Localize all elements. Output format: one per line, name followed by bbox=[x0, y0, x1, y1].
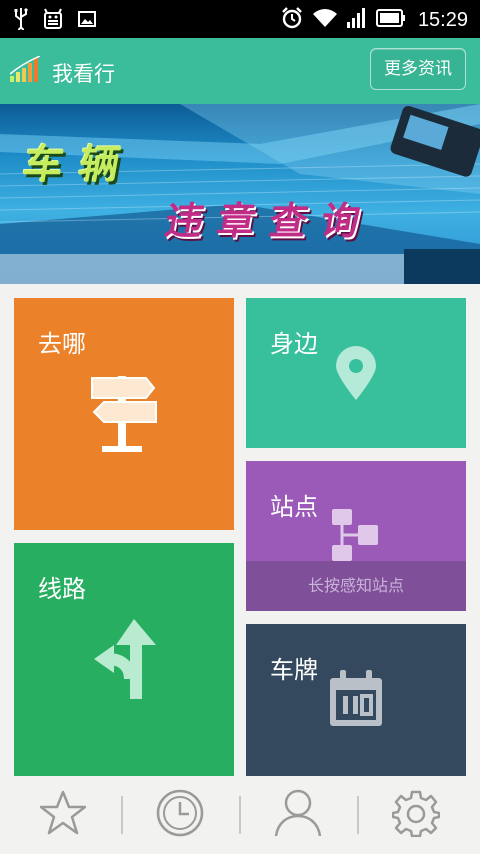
image-icon bbox=[78, 11, 96, 31]
tile-go-label: 去哪 bbox=[38, 330, 86, 358]
alarm-icon bbox=[280, 6, 304, 34]
user-icon bbox=[274, 788, 322, 842]
status-time: 15:29 bbox=[417, 8, 468, 31]
banner-title-line1: 车辆 bbox=[19, 141, 140, 188]
banner-title-line2: 违章查询 bbox=[161, 198, 378, 243]
profile-button[interactable] bbox=[239, 776, 357, 854]
station-hint: 长按感知站点 bbox=[246, 561, 466, 611]
tile-station[interactable]: 站点 长按感知站点 bbox=[246, 461, 466, 611]
tile-nearby[interactable]: 身边 bbox=[246, 298, 466, 448]
settings-button[interactable] bbox=[357, 776, 475, 854]
violation-query-banner[interactable]: 车辆 违章查询 bbox=[0, 104, 480, 284]
tile-station-label: 站点 bbox=[270, 493, 318, 521]
usb-icon bbox=[14, 8, 28, 34]
battery-icon bbox=[375, 9, 406, 31]
more-news-button[interactable]: 更多资讯 bbox=[370, 48, 466, 90]
tile-plate[interactable]: 车牌 bbox=[246, 624, 466, 776]
signal-icon bbox=[346, 7, 368, 33]
signpost-icon bbox=[90, 372, 170, 458]
wifi-icon bbox=[312, 7, 338, 33]
tile-route[interactable]: 线路 bbox=[14, 543, 234, 776]
favorites-button[interactable] bbox=[4, 776, 122, 854]
app-logo-icon bbox=[9, 55, 44, 88]
route-arrows-icon bbox=[90, 619, 162, 705]
app-bar: 我看行 更多资讯 bbox=[0, 38, 480, 104]
hierarchy-icon bbox=[332, 509, 380, 569]
history-button[interactable] bbox=[121, 776, 239, 854]
android-debug-icon bbox=[42, 8, 64, 34]
calendar-icon bbox=[328, 670, 384, 732]
star-icon bbox=[39, 790, 87, 840]
location-pin-icon bbox=[334, 346, 378, 406]
tile-go[interactable]: 去哪 bbox=[14, 298, 234, 530]
tile-nearby-label: 身边 bbox=[270, 330, 318, 358]
bottom-nav bbox=[0, 776, 480, 854]
tile-plate-label: 车牌 bbox=[270, 656, 318, 684]
gear-icon bbox=[391, 789, 441, 841]
status-bar: 15:29 bbox=[0, 0, 480, 38]
tile-route-label: 线路 bbox=[38, 575, 86, 603]
clock-icon bbox=[155, 788, 205, 842]
app-title: 我看行 bbox=[52, 62, 115, 86]
